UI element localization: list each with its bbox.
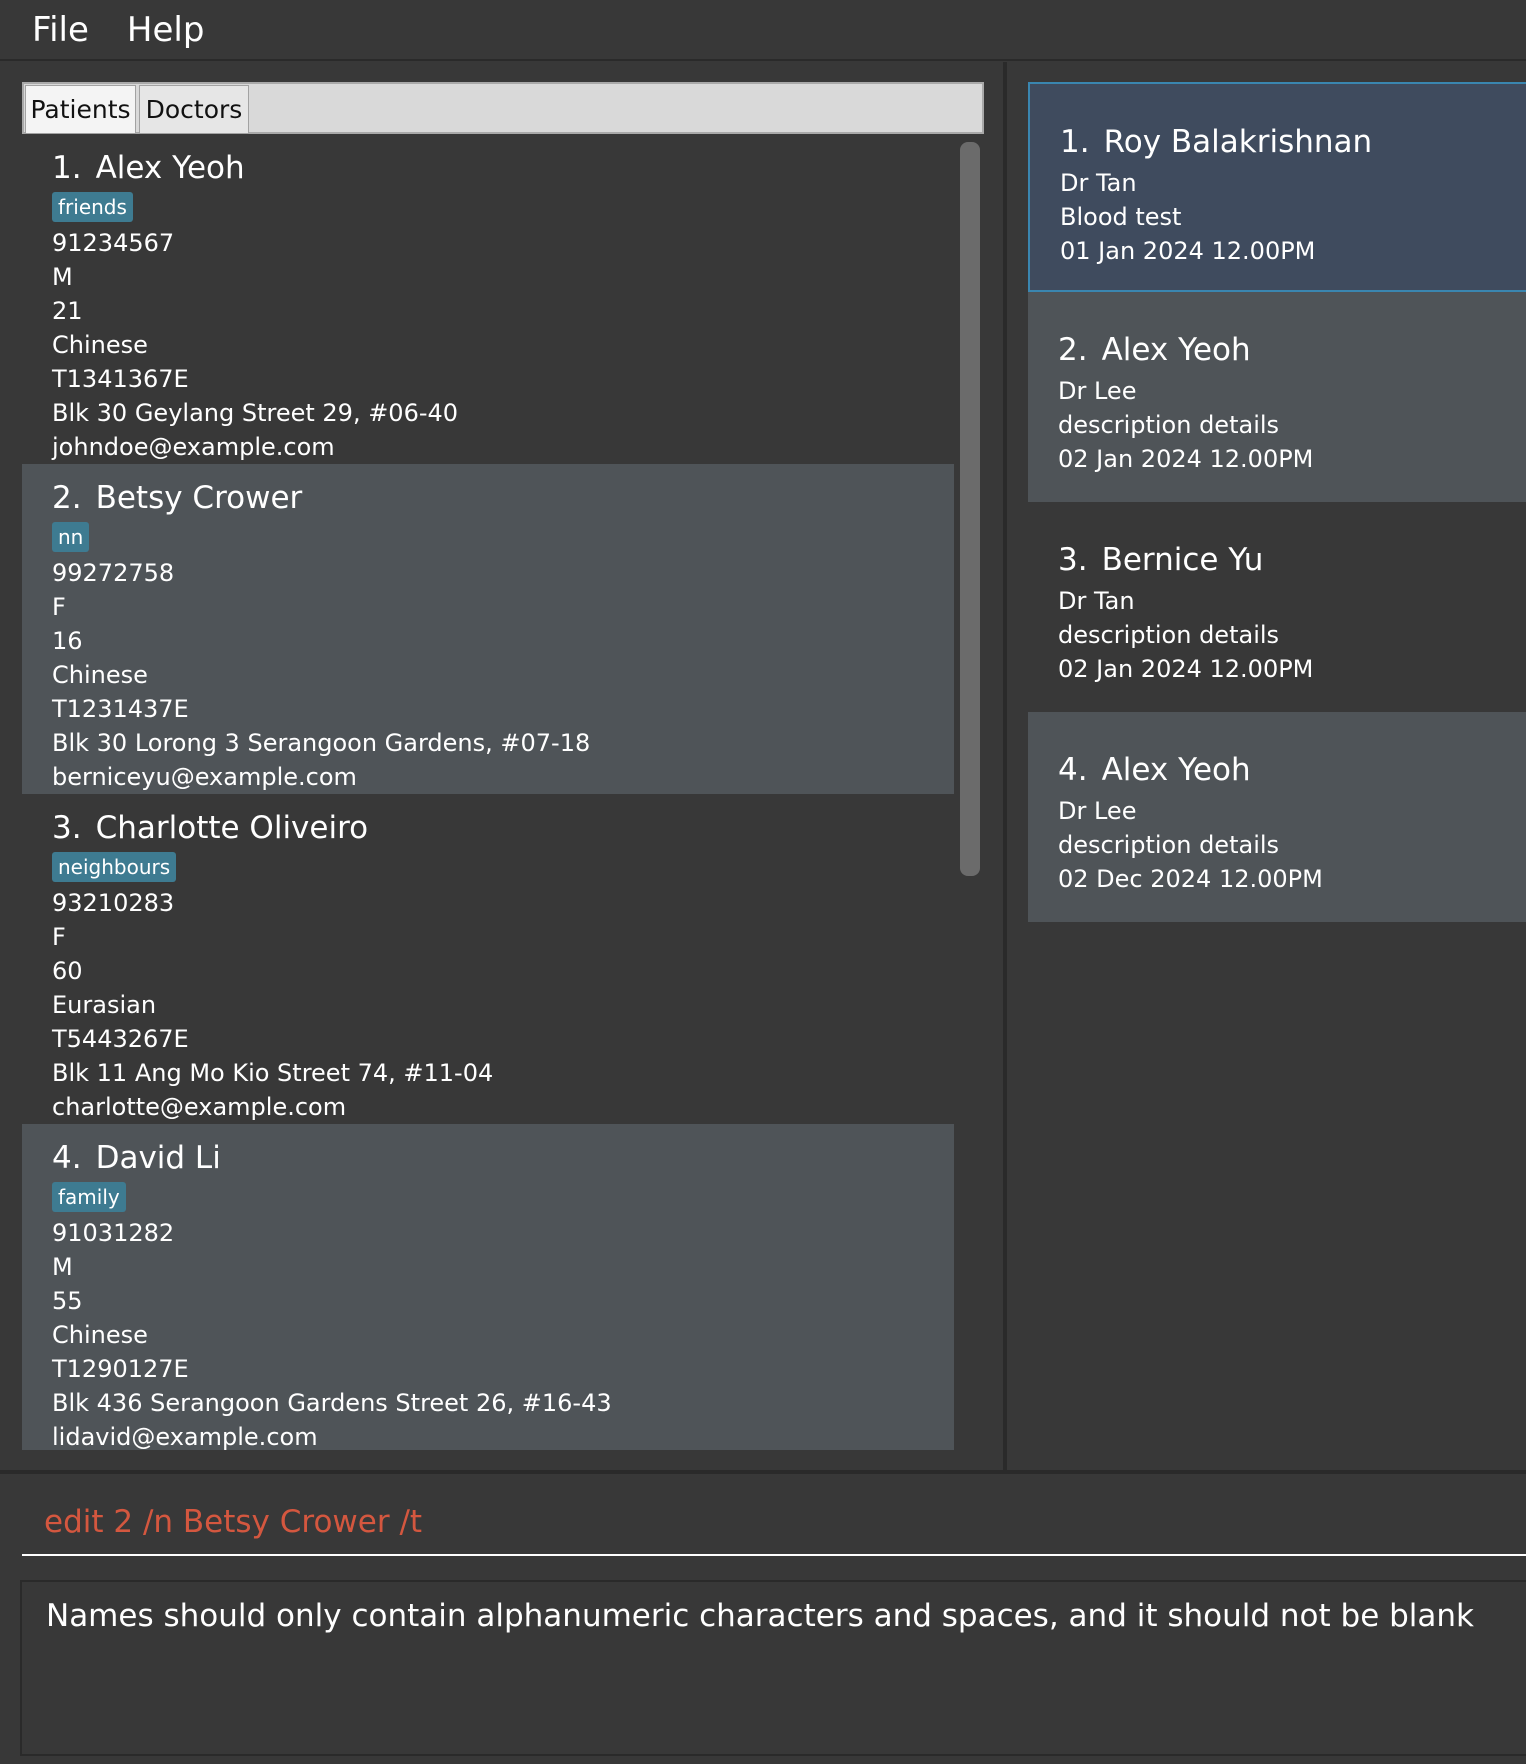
patient-index: 4. [52,1140,82,1176]
patient-age: 16 [52,627,83,655]
patient-name-row: 4. David Li [52,1138,954,1178]
appointment-description: description details [1058,411,1280,439]
command-input[interactable] [22,1504,1502,1540]
patient-phone: 91234567 [52,229,175,257]
menu-help[interactable]: Help [115,2,217,58]
patient-race: Chinese [52,1321,148,1349]
appointment-doctor: Dr Tan [1058,587,1135,615]
command-box [22,1490,1526,1556]
patient-sex: F [52,593,66,621]
appointment-description: description details [1058,621,1280,649]
patient-index: 3. [52,810,82,846]
patient-index: 1. [52,150,82,186]
patient-race: Eurasian [52,991,157,1019]
appointment-patient: Alex Yeoh [1101,752,1251,788]
patient-phone: 99272758 [52,559,175,587]
appointment-doctor: Dr Tan [1060,169,1137,197]
patient-email: johndoe@example.com [52,433,335,461]
appointment-doctor: Dr Lee [1058,377,1137,405]
patient-tag: nn [52,522,90,552]
patient-address: Blk 30 Geylang Street 29, #06-40 [52,399,459,427]
patient-name: Alex Yeoh [95,150,245,186]
appointment-card[interactable]: 2. Alex Yeoh Dr Lee description details 0… [1028,292,1526,502]
appointment-patient-row: 2. Alex Yeoh [1058,330,1526,370]
patient-name: Charlotte Oliveiro [95,810,369,846]
patient-name-row: 3. Charlotte Oliveiro [52,808,954,848]
patient-age: 55 [52,1287,83,1315]
patient-list-scrollbar[interactable] [960,142,980,876]
patient-tag: friends [52,192,133,222]
patient-tag: family [52,1182,126,1212]
appointment-patient: Roy Balakrishnan [1103,124,1373,160]
appointment-card[interactable]: 3. Bernice Yu Dr Tan description details … [1028,502,1526,712]
patient-card[interactable]: 4. David Li family 91031282 M 55 Chinese … [22,1124,954,1450]
patient-address: Blk 436 Serangoon Gardens Street 26, #16… [52,1389,612,1417]
result-display: Names should only contain alphanumeric c… [20,1580,1526,1756]
appointment-description: description details [1058,831,1280,859]
patient-name: Betsy Crower [95,480,303,516]
patient-index: 2. [52,480,82,516]
menu-bar: File Help [0,0,1526,61]
appointment-index: 4. [1058,752,1088,788]
split-divider[interactable] [1003,62,1007,1470]
patient-name-row: 1. Alex Yeoh [52,148,954,188]
appointment-index: 1. [1060,124,1090,160]
appointment-index: 2. [1058,332,1088,368]
app-window: File Help Patients Doctors 1. Alex Yeoh f… [0,0,1526,1764]
patient-card[interactable]: 1. Alex Yeoh friends 91234567 M 21 Chines… [22,134,954,464]
patient-race: Chinese [52,331,148,359]
patient-address: Blk 11 Ang Mo Kio Street 74, #11-04 [52,1059,494,1087]
patient-email: charlotte@example.com [52,1093,347,1121]
patient-panel: Patients Doctors 1. Alex Yeoh friends 912… [22,82,984,1450]
appointment-patient-row: 1. Roy Balakrishnan [1060,122,1526,162]
patient-phone: 93210283 [52,889,175,917]
patient-card[interactable]: 2. Betsy Crower nn 99272758 F 16 Chinese … [22,464,954,794]
appointment-datetime: 01 Jan 2024 12.00PM [1060,237,1316,265]
appointment-patient-row: 4. Alex Yeoh [1058,750,1526,790]
appointment-patient: Alex Yeoh [1101,332,1251,368]
tab-doctors[interactable]: Doctors [139,85,249,134]
appointment-patient-row: 3. Bernice Yu [1058,540,1526,580]
patient-email: berniceyu@example.com [52,763,357,791]
patient-age: 60 [52,957,83,985]
appointment-description: Blood test [1060,203,1182,231]
appointment-datetime: 02 Jan 2024 12.00PM [1058,655,1314,683]
appointment-card[interactable]: 4. Alex Yeoh Dr Lee description details 0… [1028,712,1526,922]
patient-nric: T1341367E [52,365,189,393]
patient-phone: 91031282 [52,1219,175,1247]
patient-name: David Li [95,1140,221,1176]
appointment-index: 3. [1058,542,1088,578]
patient-age: 21 [52,297,83,325]
patient-list[interactable]: 1. Alex Yeoh friends 91234567 M 21 Chines… [22,134,954,1450]
patient-sex: M [52,1253,73,1281]
appointment-patient: Bernice Yu [1101,542,1264,578]
patient-race: Chinese [52,661,148,689]
patient-tag: neighbours [52,852,177,882]
patient-address: Blk 30 Lorong 3 Serangoon Gardens, #07-1… [52,729,591,757]
menu-file[interactable]: File [20,2,101,58]
patient-card[interactable]: 3. Charlotte Oliveiro neighbours 93210283… [22,794,954,1124]
patient-sex: F [52,923,66,951]
patient-sex: M [52,263,73,291]
appointment-datetime: 02 Dec 2024 12.00PM [1058,865,1323,893]
patient-nric: T1231437E [52,695,189,723]
patient-nric: T1290127E [52,1355,189,1383]
patient-nric: T5443267E [52,1025,189,1053]
appointment-datetime: 02 Jan 2024 12.00PM [1058,445,1314,473]
patient-email: lidavid@example.com [52,1423,318,1450]
tab-bar: Patients Doctors [22,82,984,134]
appointment-doctor: Dr Lee [1058,797,1137,825]
tab-patients[interactable]: Patients [25,85,136,134]
appointment-card[interactable]: 1. Roy Balakrishnan Dr Tan Blood test 01 … [1028,82,1526,292]
horizontal-divider [0,1470,1526,1474]
appointment-panel[interactable]: 1. Roy Balakrishnan Dr Tan Blood test 01 … [1028,82,1526,1470]
patient-name-row: 2. Betsy Crower [52,478,954,518]
